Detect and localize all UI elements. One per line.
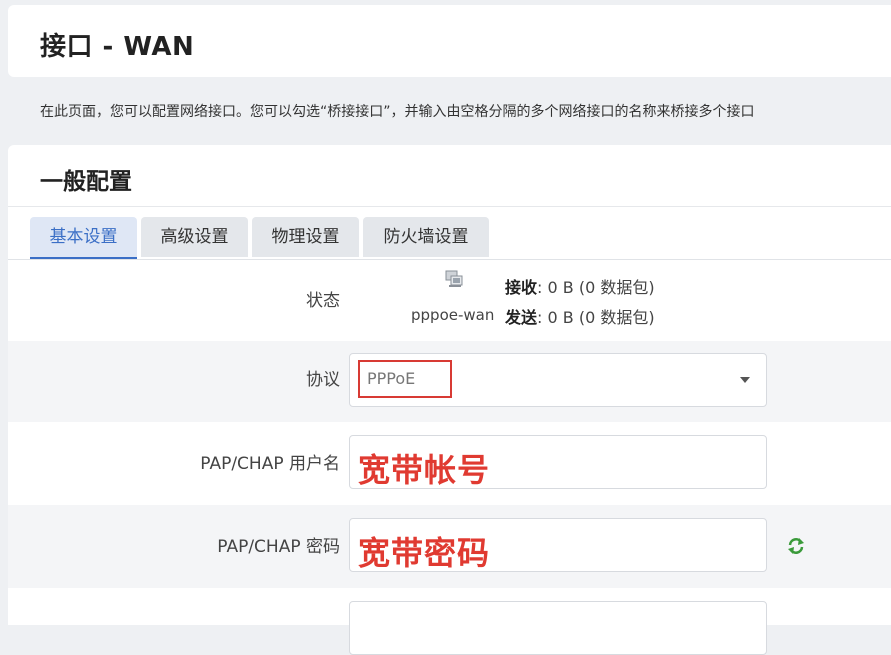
protocol-label: 协议 <box>306 370 340 390</box>
chevron-down-icon <box>740 377 750 383</box>
next-row <box>8 588 891 655</box>
tab-physical-settings[interactable]: 物理设置 <box>252 217 359 257</box>
rx-label: 接收 <box>505 278 538 297</box>
next-input[interactable] <box>349 601 767 655</box>
page-title: 接口 - WAN <box>40 32 195 62</box>
username-row: PAP/CHAP 用户名 宽带帐号 <box>8 422 891 505</box>
protocol-value: PPPoE <box>367 369 416 388</box>
tab-firewall-settings[interactable]: 防火墙设置 <box>363 217 489 257</box>
rx-stats: 接收: 0 B (0 数据包) <box>505 274 655 298</box>
password-value: 宽带密码 <box>358 534 491 572</box>
section-title: 一般配置 <box>40 169 132 195</box>
password-input[interactable]: 宽带密码 <box>349 518 767 572</box>
password-label: PAP/CHAP 密码 <box>217 537 340 557</box>
tx-stats: 发送: 0 B (0 数据包) <box>505 304 655 328</box>
password-row: PAP/CHAP 密码 宽带密码 <box>8 505 891 588</box>
page-header: 接口 - WAN <box>8 5 891 77</box>
tab-basic-settings[interactable]: 基本设置 <box>30 217 137 260</box>
refresh-icon[interactable] <box>787 537 805 555</box>
tab-advanced-settings[interactable]: 高级设置 <box>141 217 248 257</box>
protocol-select[interactable]: PPPoE <box>349 353 767 407</box>
divider <box>8 206 891 207</box>
network-port-icon <box>445 270 463 287</box>
rx-value: : 0 B (0 数据包) <box>537 278 655 297</box>
tx-value: : 0 B (0 数据包) <box>537 308 655 327</box>
interface-name: pppoe-wan <box>411 306 495 324</box>
status-row: 状态 pppoe-wan 接收: 0 B (0 数据包) 发送: 0 B (0 … <box>8 260 891 341</box>
username-input[interactable]: 宽带帐号 <box>349 435 767 489</box>
general-config-section: 一般配置 基本设置 高级设置 物理设置 防火墙设置 状态 pppoe-wan 接… <box>8 145 891 655</box>
status-label: 状态 <box>306 291 340 311</box>
page-description: 在此页面，您可以配置网络接口。您可以勾选“桥接接口”，并输入由空格分隔的多个网络… <box>40 104 755 120</box>
protocol-row: 协议 PPPoE <box>8 341 891 422</box>
username-value: 宽带帐号 <box>358 451 491 489</box>
tx-label: 发送 <box>505 308 538 327</box>
username-label: PAP/CHAP 用户名 <box>200 454 340 474</box>
